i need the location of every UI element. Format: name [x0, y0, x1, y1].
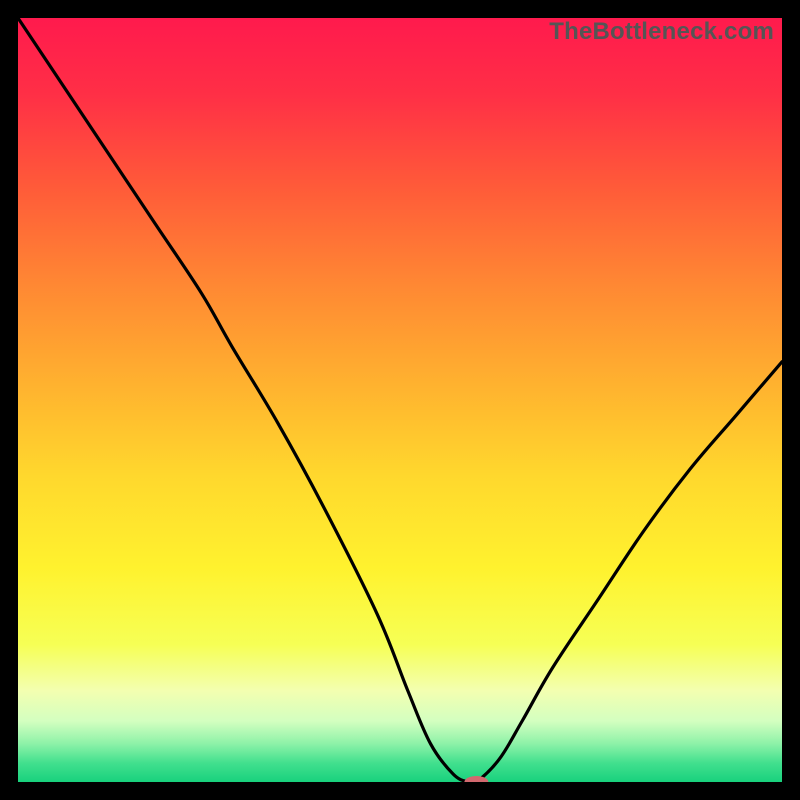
- chart-frame: TheBottleneck.com: [0, 0, 800, 800]
- watermark-text: TheBottleneck.com: [549, 18, 774, 46]
- bottleneck-chart: [18, 18, 782, 782]
- plot-area: TheBottleneck.com: [18, 18, 782, 782]
